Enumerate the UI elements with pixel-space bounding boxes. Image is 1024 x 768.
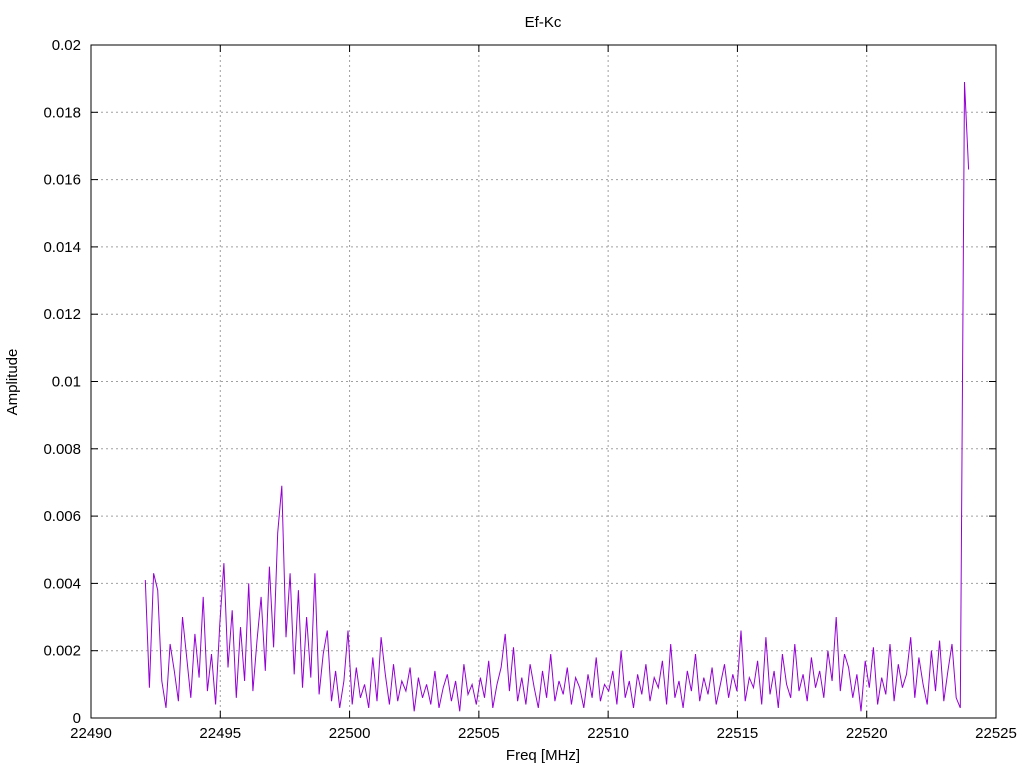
x-tick-label: 22495 bbox=[199, 725, 241, 742]
x-tick-label: 22520 bbox=[846, 725, 888, 742]
grid bbox=[91, 45, 996, 718]
ticks: 22490 22495 22500 22505 22510 22515 22520 22525… bbox=[43, 37, 1016, 742]
x-tick-label: 22505 bbox=[458, 725, 500, 742]
y-tick-label: 0.004 bbox=[43, 575, 81, 592]
y-tick-label: 0.012 bbox=[43, 306, 81, 323]
y-tick-label: 0.002 bbox=[43, 643, 81, 660]
y-tick-label: 0.01 bbox=[52, 374, 81, 391]
x-tick-label: 22500 bbox=[329, 725, 371, 742]
y-tick-label: 0 bbox=[73, 710, 81, 727]
y-tick-label: 0.006 bbox=[43, 508, 81, 525]
x-tick-label: 22515 bbox=[717, 725, 759, 742]
x-tick-label: 22510 bbox=[587, 725, 629, 742]
y-axis-label: Amplitude bbox=[4, 349, 21, 416]
y-tick-label: 0.02 bbox=[52, 37, 81, 54]
y-tick-label: 0.014 bbox=[43, 239, 81, 256]
y-tick-label: 0.018 bbox=[43, 104, 81, 121]
y-tick-label: 0.008 bbox=[43, 441, 81, 458]
x-axis-label: Freq [MHz] bbox=[506, 747, 580, 764]
x-tick-label: 22490 bbox=[70, 725, 112, 742]
series-line-ef-kc bbox=[144, 81, 970, 712]
chart-title: Ef-Kc bbox=[525, 14, 562, 31]
y-tick-label: 0.016 bbox=[43, 172, 81, 189]
amplitude-chart: 22490 22495 22500 22505 22510 22515 22520 22525… bbox=[4, 14, 1017, 764]
x-tick-label: 22525 bbox=[975, 725, 1017, 742]
